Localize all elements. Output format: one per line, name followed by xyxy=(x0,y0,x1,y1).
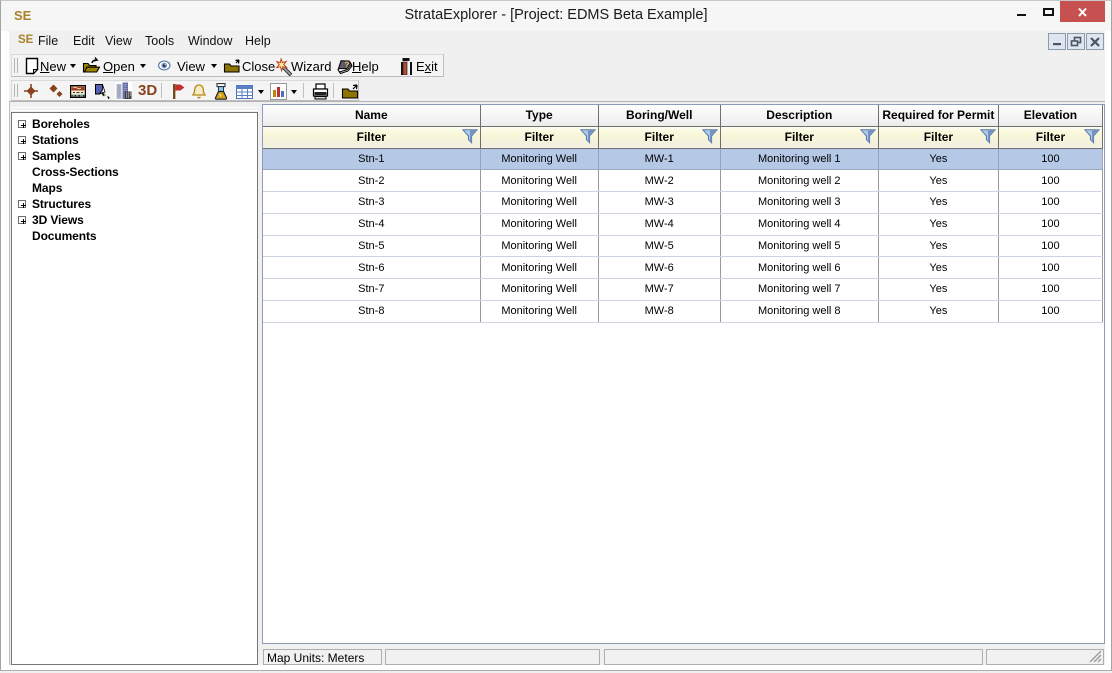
svg-text:?: ? xyxy=(345,61,350,70)
